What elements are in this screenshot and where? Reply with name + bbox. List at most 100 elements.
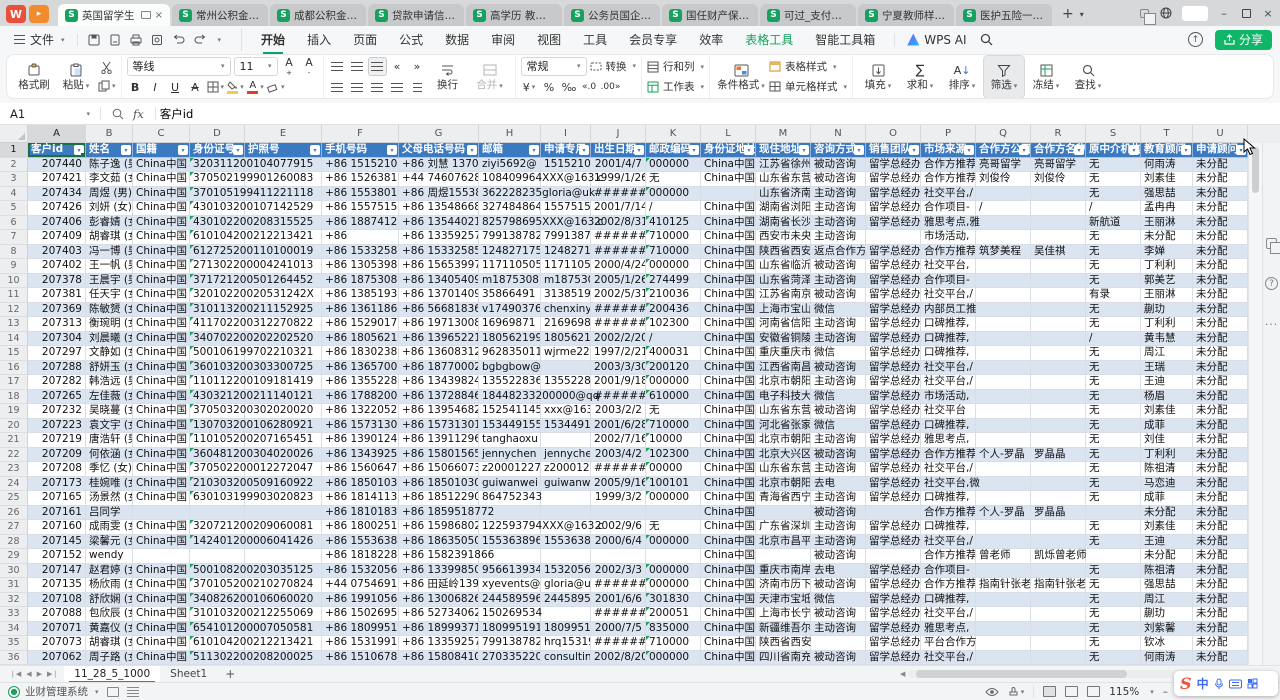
fill-button[interactable]: 填充▾ bbox=[858, 56, 898, 98]
cell[interactable] bbox=[1031, 404, 1086, 419]
cell[interactable]: 留学总经办 bbox=[866, 491, 921, 506]
ime-voice-icon[interactable] bbox=[1214, 678, 1224, 690]
cell[interactable]: +86 1340540988 bbox=[399, 274, 479, 289]
cell[interactable]: 季忆 (女) bbox=[86, 462, 133, 477]
cell[interactable]: +86 15332585 bbox=[322, 245, 399, 260]
cell[interactable]: 安徽省铜陵 bbox=[756, 332, 811, 347]
cell[interactable]: 赵君婷 (女) bbox=[86, 564, 133, 579]
cell[interactable]: +86 1850103098 bbox=[399, 477, 479, 492]
cell[interactable]: 王迪 bbox=[1141, 535, 1193, 550]
cell[interactable]: 207440 bbox=[28, 158, 86, 173]
cell[interactable]: 430103200107142529 bbox=[190, 201, 245, 216]
cell[interactable]: +86 1533258500 bbox=[399, 245, 479, 260]
cell[interactable] bbox=[591, 549, 646, 564]
menu-tab-页面[interactable]: 页面 bbox=[342, 28, 388, 51]
cell[interactable]: +86 bbox=[322, 230, 399, 245]
cell[interactable]: 湖南省浏阳 bbox=[756, 201, 811, 216]
cell[interactable]: 留学总经办 bbox=[866, 419, 921, 434]
cell[interactable]: 成雨雯 (女) bbox=[86, 520, 133, 535]
filter-dropdown-icon[interactable]: ▾ bbox=[1019, 145, 1029, 155]
cell[interactable]: guiwanwei bbox=[479, 477, 541, 492]
cell[interactable]: 刘妍 (女) bbox=[86, 201, 133, 216]
cell[interactable]: 主动咨询 bbox=[811, 622, 866, 637]
header-cell[interactable]: 身份证地址▾ bbox=[701, 143, 756, 158]
window-tab[interactable]: S常州公积金 .xlsx bbox=[172, 4, 268, 26]
cell[interactable]: 207232 bbox=[28, 404, 86, 419]
cell[interactable]: 244589596 bbox=[479, 593, 541, 608]
cell[interactable]: 000000 bbox=[646, 259, 701, 274]
cell[interactable]: +86 18753080 bbox=[322, 274, 399, 289]
cell[interactable]: 000000 bbox=[646, 578, 701, 593]
cell[interactable]: 刘俊伶 bbox=[976, 172, 1031, 187]
scroll-left-icon[interactable]: ◀ bbox=[900, 670, 905, 678]
sort-button[interactable]: A↓ 排序▾ bbox=[942, 56, 982, 98]
cell[interactable]: 合作方推荐 bbox=[921, 578, 976, 593]
menu-tab-数据[interactable]: 数据 bbox=[434, 28, 480, 51]
name-box[interactable]: A1 ▾ bbox=[0, 103, 100, 124]
cell[interactable]: 吴佳祺 bbox=[1031, 245, 1086, 260]
cell[interactable]: 被动咨询 bbox=[811, 361, 866, 376]
cell[interactable] bbox=[1031, 303, 1086, 318]
cell[interactable]: 430321200211140121 bbox=[190, 390, 245, 405]
format-painter-button[interactable]: 格式刷 bbox=[14, 56, 54, 98]
filter-dropdown-icon[interactable]: ▾ bbox=[799, 145, 809, 155]
cell[interactable]: 钦冰 bbox=[1141, 636, 1193, 651]
tab-list-dropdown-icon[interactable]: ▾ bbox=[1080, 10, 1084, 19]
cell[interactable]: chenxinyur bbox=[541, 303, 591, 318]
cell[interactable]: 无 bbox=[1086, 433, 1141, 448]
cell[interactable]: 微信 bbox=[811, 419, 866, 434]
cell[interactable]: 合作方推荐 bbox=[921, 506, 976, 521]
cell[interactable]: 710000 bbox=[646, 230, 701, 245]
row-header-17[interactable]: 17 bbox=[0, 375, 28, 390]
cell[interactable]: 000000 bbox=[646, 651, 701, 666]
cell[interactable]: +86 1395468251 bbox=[399, 404, 479, 419]
cell[interactable] bbox=[976, 462, 1031, 477]
cell[interactable]: 207403 bbox=[28, 245, 86, 260]
cell[interactable]: 未分配 bbox=[1193, 245, 1248, 260]
filter-dropdown-icon[interactable]: ▾ bbox=[310, 145, 320, 155]
filter-dropdown-icon[interactable]: ▾ bbox=[1129, 145, 1139, 155]
cell[interactable]: ######## bbox=[591, 303, 646, 318]
find-button[interactable]: 查找▾ bbox=[1068, 56, 1108, 98]
save-icon[interactable] bbox=[88, 34, 100, 46]
cell[interactable]: 未分配 bbox=[1141, 230, 1193, 245]
cell[interactable]: 000000 bbox=[646, 375, 701, 390]
cell[interactable]: 411702200312270822 bbox=[190, 317, 245, 332]
filter-dropdown-icon[interactable]: ▾ bbox=[178, 145, 188, 155]
zoom-dropdown-icon[interactable]: ▾ bbox=[1150, 688, 1154, 696]
row-header-14[interactable]: 14 bbox=[0, 332, 28, 347]
cell[interactable]: 口碑推荐, bbox=[921, 419, 976, 434]
cell[interactable] bbox=[976, 433, 1031, 448]
cell[interactable] bbox=[245, 506, 322, 521]
cell[interactable]: 亮哥留学 bbox=[1031, 158, 1086, 173]
ime-language-toggle[interactable]: 中 bbox=[1197, 675, 1209, 692]
page-layout-view-button[interactable] bbox=[1065, 686, 1078, 697]
cell[interactable]: China中国 bbox=[701, 216, 756, 231]
cell[interactable]: 北京市朝阳 bbox=[756, 477, 811, 492]
row-header-35[interactable]: 35 bbox=[0, 636, 28, 651]
cell[interactable]: China中国 bbox=[133, 201, 190, 216]
cell[interactable] bbox=[1086, 549, 1141, 564]
cell[interactable]: 留学总经办 bbox=[866, 622, 921, 637]
cell[interactable]: 河北省张家 bbox=[756, 419, 811, 434]
cell[interactable]: 江苏省徐州 bbox=[756, 158, 811, 173]
cell[interactable]: 2002/5/31 bbox=[591, 288, 646, 303]
cell[interactable]: China中国 bbox=[133, 564, 190, 579]
cell[interactable]: 2000/4/24 bbox=[591, 259, 646, 274]
cell[interactable]: 207145 bbox=[28, 535, 86, 550]
window-tab[interactable]: S高学历 教授.xlsx bbox=[466, 4, 562, 26]
cell[interactable]: +86 刘慧 137052 bbox=[399, 158, 479, 173]
cell[interactable] bbox=[1031, 636, 1086, 651]
cell[interactable]: 124827175 bbox=[541, 245, 591, 260]
cell[interactable]: 未分配 bbox=[1193, 535, 1248, 550]
normal-view-button[interactable] bbox=[1043, 686, 1056, 697]
cell[interactable] bbox=[811, 636, 866, 651]
cell[interactable]: 留学总经办 bbox=[866, 375, 921, 390]
cell[interactable]: 社交平台,/ bbox=[921, 375, 976, 390]
decrease-indent-icon[interactable]: « bbox=[389, 58, 406, 75]
cell[interactable]: China中国 bbox=[701, 288, 756, 303]
cell[interactable]: China中国 bbox=[701, 375, 756, 390]
row-header-34[interactable]: 34 bbox=[0, 622, 28, 637]
cell[interactable]: 301830 bbox=[646, 593, 701, 608]
zoom-level[interactable]: 115% bbox=[1109, 686, 1139, 698]
